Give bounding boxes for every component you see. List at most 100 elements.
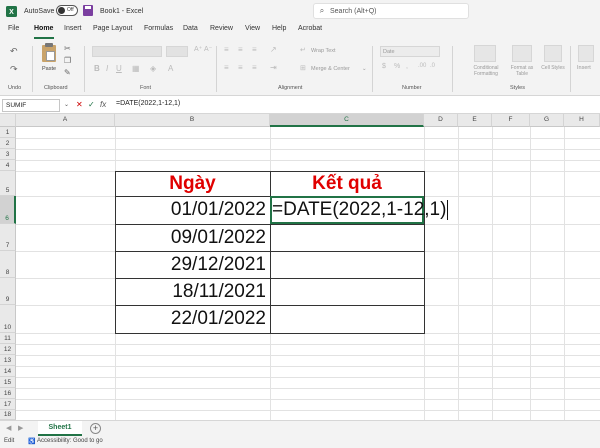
font-name-dropdown[interactable] bbox=[92, 46, 162, 57]
row-header-17[interactable]: 17 bbox=[0, 399, 16, 410]
search-box[interactable]: ⌕ Search (Alt+Q) bbox=[313, 3, 469, 19]
save-icon[interactable] bbox=[83, 5, 93, 16]
tab-insert[interactable]: Insert bbox=[64, 25, 82, 32]
underline-icon[interactable]: U bbox=[116, 64, 122, 73]
column-header-h[interactable]: H bbox=[564, 114, 600, 127]
sheet-tab-sheet1[interactable]: Sheet1 bbox=[38, 421, 82, 436]
comma-icon[interactable]: , bbox=[406, 63, 408, 70]
conditional-formatting-button[interactable]: Conditional Formatting bbox=[466, 65, 506, 77]
row-header-9[interactable]: 9 bbox=[0, 278, 16, 305]
insert-cells-icon[interactable] bbox=[578, 45, 594, 62]
percent-icon[interactable]: % bbox=[394, 63, 400, 70]
paste-icon[interactable] bbox=[42, 43, 56, 62]
column-header-a[interactable]: A bbox=[16, 114, 115, 127]
formula-input[interactable]: =DATE(2022,1-12,1) bbox=[116, 100, 180, 107]
worksheet-grid[interactable]: A B C D E F G H 1 2 3 4 5 6 7 8 9 10 11 … bbox=[0, 114, 600, 420]
column-header-e[interactable]: E bbox=[458, 114, 492, 127]
merge-center-button[interactable]: Merge & Center bbox=[311, 66, 350, 72]
tab-data[interactable]: Data bbox=[183, 25, 198, 32]
row-header-2[interactable]: 2 bbox=[0, 138, 16, 149]
insert-function-icon[interactable]: fx bbox=[100, 100, 106, 109]
enter-icon[interactable]: ✓ bbox=[88, 100, 95, 109]
tab-home[interactable]: Home bbox=[34, 25, 53, 32]
align-left-icon[interactable]: ≡ bbox=[224, 63, 229, 72]
row-header-12[interactable]: 12 bbox=[0, 344, 16, 355]
font-color-icon[interactable]: A bbox=[168, 64, 173, 73]
date-cell[interactable]: 09/01/2022 bbox=[115, 224, 270, 251]
decrease-decimal-icon[interactable]: .0 bbox=[430, 63, 435, 69]
row-header-5[interactable]: 5 bbox=[0, 171, 16, 196]
name-box[interactable]: SUMIF bbox=[2, 99, 60, 112]
row-header-11[interactable]: 11 bbox=[0, 333, 16, 344]
date-cell[interactable]: 22/01/2022 bbox=[115, 305, 270, 333]
select-all-corner[interactable] bbox=[0, 114, 16, 127]
tab-page-layout[interactable]: Page Layout bbox=[93, 25, 132, 32]
format-as-table-icon[interactable] bbox=[512, 45, 532, 62]
borders-icon[interactable]: ▦ bbox=[132, 64, 140, 73]
prev-sheet-icon[interactable]: ◀ bbox=[6, 424, 11, 432]
tab-acrobat[interactable]: Acrobat bbox=[298, 25, 322, 32]
row-header-1[interactable]: 1 bbox=[0, 127, 16, 138]
tab-help[interactable]: Help bbox=[272, 25, 286, 32]
currency-icon[interactable]: $ bbox=[382, 63, 386, 70]
column-header-d[interactable]: D bbox=[424, 114, 458, 127]
align-center-icon[interactable]: ≡ bbox=[238, 63, 243, 72]
row-header-10[interactable]: 10 bbox=[0, 305, 16, 333]
increase-font-icon[interactable]: A⁺ bbox=[194, 45, 202, 53]
decrease-font-icon[interactable]: A⁻ bbox=[204, 45, 212, 53]
row-header-14[interactable]: 14 bbox=[0, 366, 16, 377]
row-header-7[interactable]: 7 bbox=[0, 224, 16, 251]
accessibility-icon[interactable]: ♿ bbox=[28, 438, 35, 445]
redo-icon[interactable]: ↷ bbox=[10, 64, 18, 75]
tab-review[interactable]: Review bbox=[210, 25, 233, 32]
align-top-icon[interactable]: ≡ bbox=[224, 45, 229, 54]
row-header-13[interactable]: 13 bbox=[0, 355, 16, 366]
autosave-toggle[interactable]: Off bbox=[56, 5, 78, 16]
row-header-15[interactable]: 15 bbox=[0, 377, 16, 388]
active-cell-editor[interactable]: =DATE(2022,1-12,1) bbox=[270, 196, 449, 224]
undo-icon[interactable]: ↶ bbox=[10, 46, 18, 57]
insert-cells-button[interactable]: Insert bbox=[577, 65, 591, 71]
column-header-c[interactable]: C bbox=[270, 114, 424, 127]
row-header-8[interactable]: 8 bbox=[0, 251, 16, 278]
row-header-18[interactable]: 18 bbox=[0, 410, 16, 420]
row-header-4[interactable]: 4 bbox=[0, 160, 16, 171]
accessibility-status[interactable]: Accessibility: Good to go bbox=[37, 438, 103, 444]
align-bottom-icon[interactable]: ≡ bbox=[252, 45, 257, 54]
increase-decimal-icon[interactable]: .00 bbox=[418, 63, 426, 69]
date-cell[interactable]: 01/01/2022 bbox=[115, 196, 270, 224]
wrap-text-button[interactable]: Wrap Text bbox=[311, 48, 336, 54]
row-header-3[interactable]: 3 bbox=[0, 149, 16, 160]
add-sheet-icon[interactable]: + bbox=[90, 423, 101, 434]
column-header-b[interactable]: B bbox=[115, 114, 270, 127]
next-sheet-icon[interactable]: ▶ bbox=[18, 424, 23, 432]
date-cell[interactable]: 18/11/2021 bbox=[115, 278, 270, 305]
conditional-formatting-icon[interactable] bbox=[474, 45, 496, 62]
row-header-16[interactable]: 16 bbox=[0, 388, 16, 399]
header-cell-result[interactable]: Kết quả bbox=[270, 171, 424, 196]
merge-dropdown-icon[interactable]: ⌄ bbox=[362, 66, 367, 72]
name-box-dropdown-icon[interactable]: ⌄ bbox=[64, 101, 69, 108]
italic-icon[interactable]: I bbox=[106, 64, 108, 73]
paste-button[interactable]: Paste bbox=[42, 66, 56, 72]
bold-icon[interactable]: B bbox=[94, 64, 100, 73]
column-header-g[interactable]: G bbox=[530, 114, 564, 127]
align-middle-icon[interactable]: ≡ bbox=[238, 45, 243, 54]
column-header-f[interactable]: F bbox=[492, 114, 530, 127]
align-right-icon[interactable]: ≡ bbox=[252, 63, 257, 72]
tab-formulas[interactable]: Formulas bbox=[144, 25, 173, 32]
header-cell-date[interactable]: Ngày bbox=[115, 171, 270, 196]
cell-styles-button[interactable]: Cell Styles bbox=[540, 65, 566, 71]
cancel-icon[interactable]: ✕ bbox=[76, 100, 83, 109]
indent-icon[interactable]: ⇥ bbox=[270, 63, 277, 72]
format-as-table-button[interactable]: Format as Table bbox=[506, 65, 538, 77]
copy-icon[interactable]: ❐ bbox=[64, 56, 71, 65]
cell-styles-icon[interactable] bbox=[544, 45, 562, 62]
orientation-icon[interactable]: ↗ bbox=[270, 45, 277, 54]
format-painter-icon[interactable]: ✎ bbox=[64, 68, 71, 77]
number-format-dropdown[interactable]: Date bbox=[380, 46, 440, 57]
date-cell[interactable]: 29/12/2021 bbox=[115, 251, 270, 278]
cut-icon[interactable]: ✂ bbox=[64, 44, 71, 53]
fill-color-icon[interactable]: ◈ bbox=[150, 64, 156, 73]
font-size-dropdown[interactable] bbox=[166, 46, 188, 57]
